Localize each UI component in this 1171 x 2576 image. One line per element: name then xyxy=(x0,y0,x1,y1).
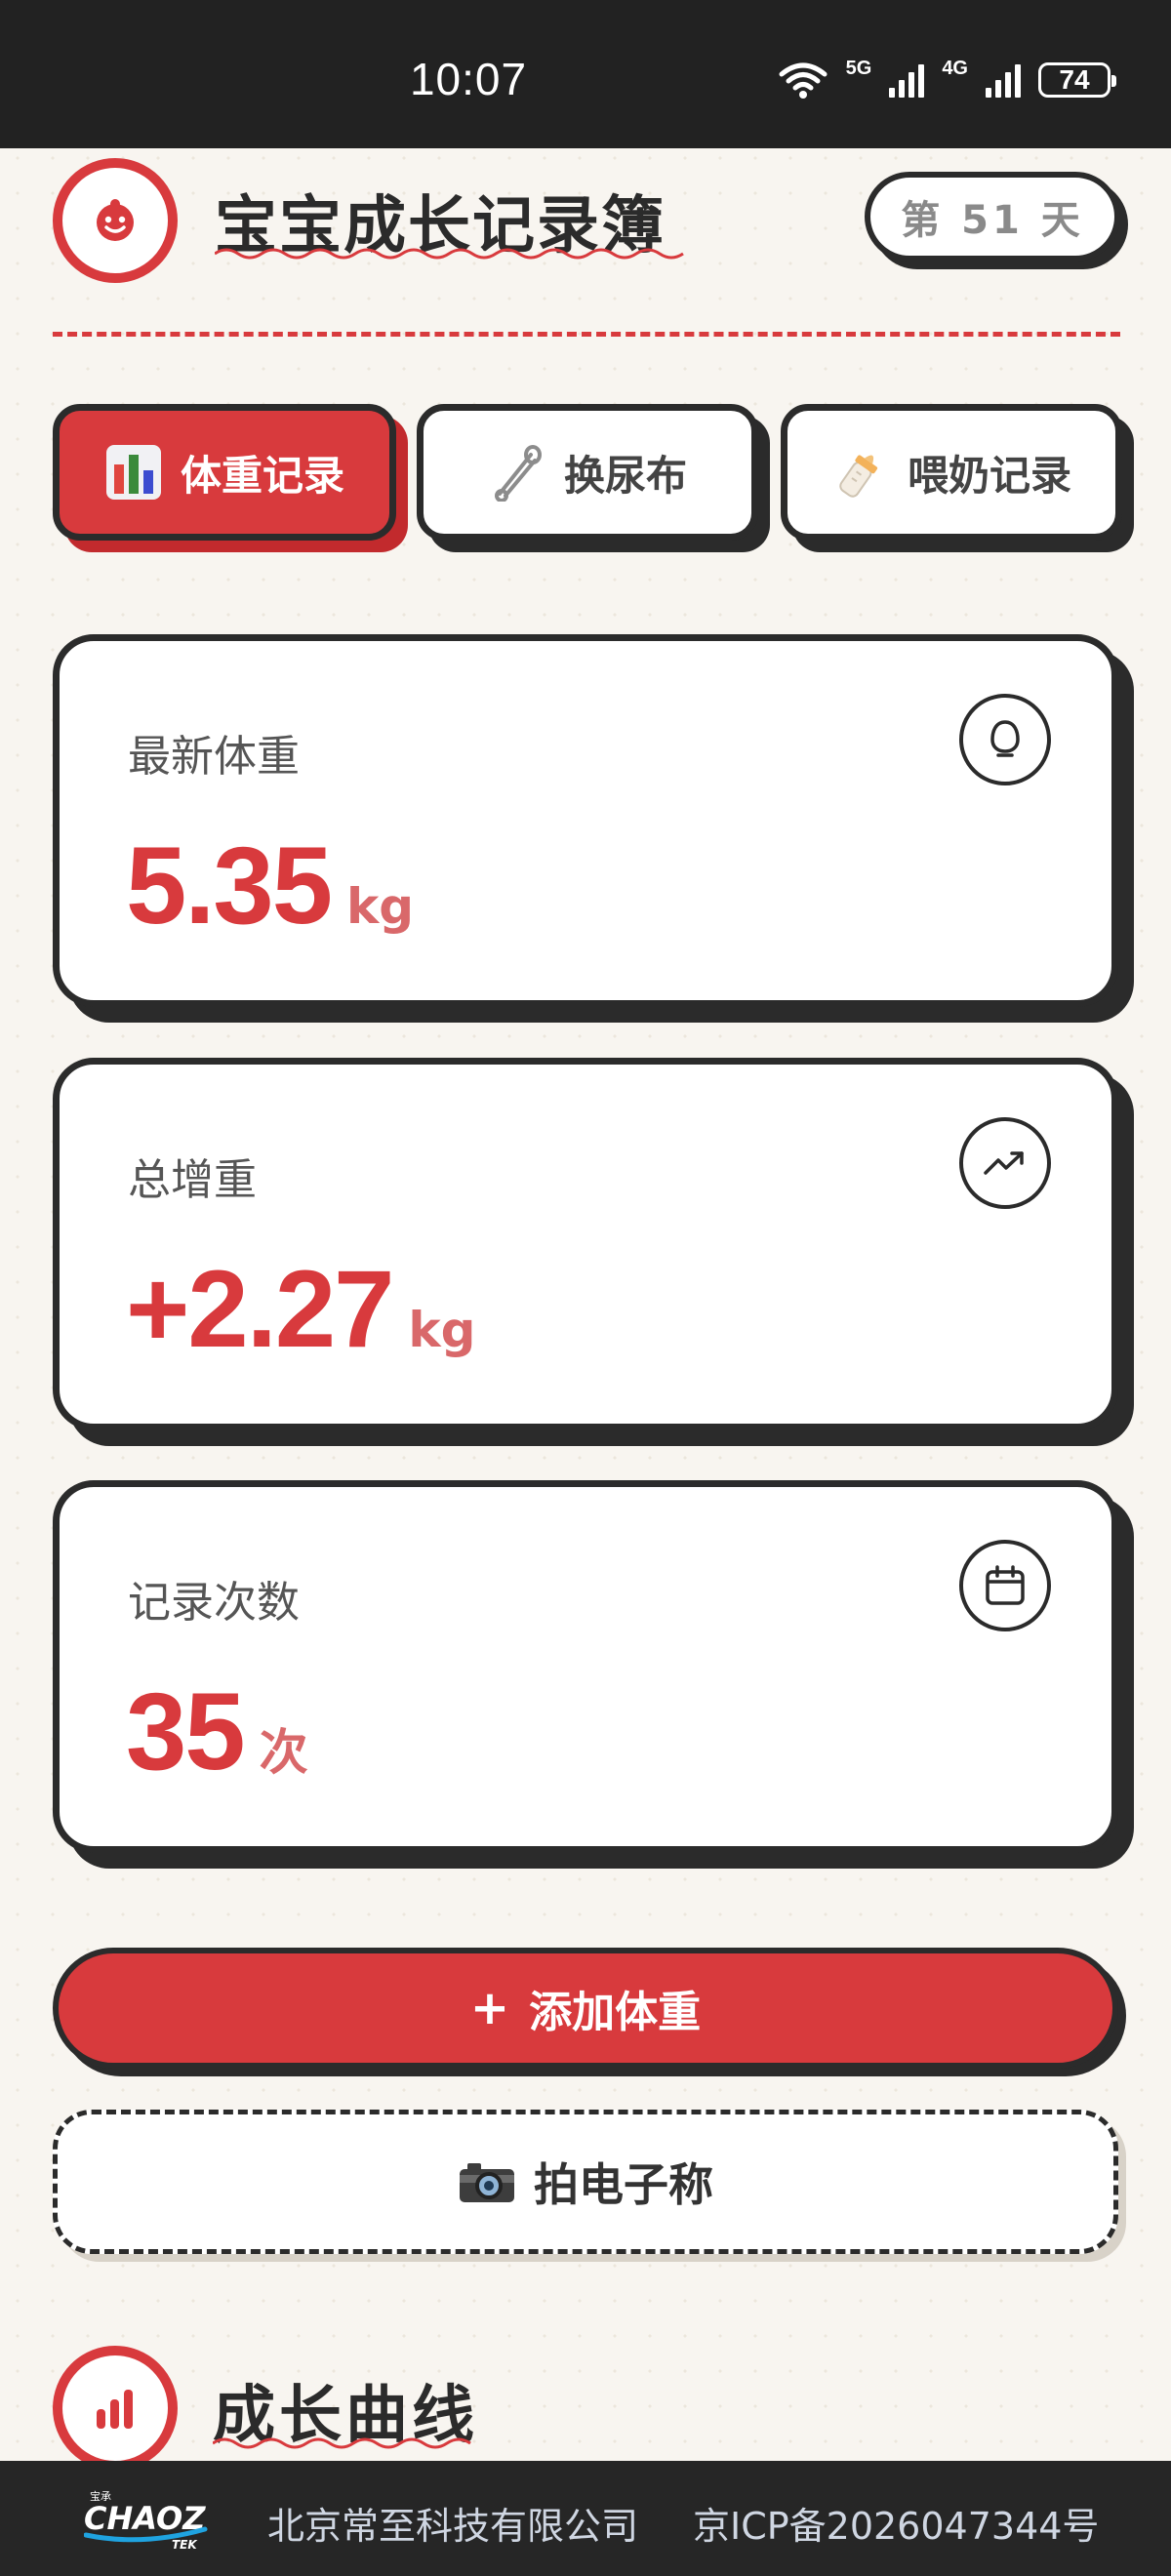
weight-unit: kg xyxy=(408,1302,476,1358)
card-value: 35 次 xyxy=(126,1669,308,1794)
plus-icon: + xyxy=(469,1981,510,2035)
weight-egg-icon xyxy=(959,694,1051,785)
battery-level: 74 xyxy=(1059,64,1090,95)
bar-chart-emoji-icon xyxy=(105,445,161,500)
latest-weight-value: 5.35 xyxy=(126,825,333,946)
footer-icp-link[interactable]: 京ICP备2026047344号 xyxy=(693,2496,1099,2550)
section-wavy-underline xyxy=(213,2437,471,2449)
header-divider xyxy=(53,332,1120,337)
record-count-card: 记录次数 35 次 xyxy=(53,1480,1118,1853)
tab-label: 换尿布 xyxy=(563,451,687,500)
day-count-badge: 第 51 天 xyxy=(865,172,1120,262)
title-wavy-underline xyxy=(215,248,684,260)
photo-scale-button[interactable]: 拍电子称 xyxy=(53,2110,1118,2254)
tab-label: 体重记录 xyxy=(180,451,344,500)
card-value: 5.35 kg xyxy=(126,823,414,948)
company-logo: 宝承 CHAOZ TEK xyxy=(84,2489,208,2551)
photo-scale-label: 拍电子称 xyxy=(534,2158,713,2211)
tab-label: 喂奶记录 xyxy=(907,451,1071,500)
tab-feeding-record[interactable]: 喂奶记录 xyxy=(781,404,1122,541)
network-4g-label: 4G xyxy=(942,57,968,79)
card-label: 总增重 xyxy=(128,1155,257,1205)
footer-company: 北京常至科技有限公司 xyxy=(267,2505,639,2548)
card-value: +2.27 kg xyxy=(126,1246,475,1372)
signal-bars-icon xyxy=(986,62,1021,98)
footer: 宝承 CHAOZ TEK 北京常至科技有限公司 京ICP备2026047344号 xyxy=(0,2461,1171,2576)
total-gain-value: +2.27 xyxy=(126,1248,394,1370)
latest-weight-card: 最新体重 5.35 kg xyxy=(53,634,1118,1007)
status-icons: 5G 4G 74 xyxy=(778,57,1116,100)
record-count-value: 35 xyxy=(126,1670,246,1792)
tab-diaper[interactable]: 换尿布 xyxy=(417,404,758,541)
status-bar: 10:07 5G 4G 74 xyxy=(0,0,1171,148)
card-label: 记录次数 xyxy=(128,1578,300,1628)
network-5g-label: 5G xyxy=(845,57,872,79)
safety-pin-icon xyxy=(494,445,542,502)
growth-chart-icon xyxy=(53,2346,178,2471)
baby-bottle-icon xyxy=(839,455,878,498)
calendar-icon xyxy=(959,1540,1051,1631)
tab-weight-record[interactable]: 体重记录 xyxy=(53,404,396,541)
wifi-icon xyxy=(779,62,828,99)
battery-icon: 74 xyxy=(1038,62,1116,98)
card-label: 最新体重 xyxy=(128,732,300,782)
total-gain-card: 总增重 +2.27 kg xyxy=(53,1058,1118,1430)
weight-unit: kg xyxy=(345,878,415,935)
trend-up-icon xyxy=(959,1117,1051,1209)
logo-sub-text: TEK xyxy=(172,2538,198,2551)
signal-bars-icon xyxy=(889,62,925,98)
add-weight-label: 添加体重 xyxy=(529,1988,702,2037)
camera-icon xyxy=(460,2163,514,2202)
count-unit: 次 xyxy=(259,1724,308,1781)
add-weight-button[interactable]: + 添加体重 xyxy=(53,1948,1118,2069)
baby-face-icon xyxy=(53,158,178,283)
